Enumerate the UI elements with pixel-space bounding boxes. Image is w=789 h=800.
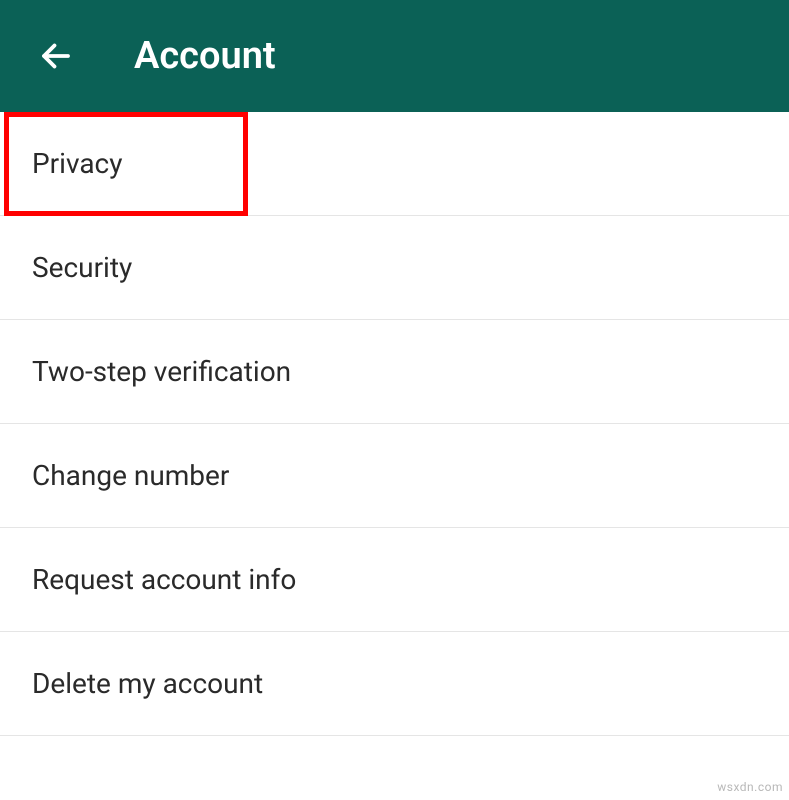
list-item-security[interactable]: Security bbox=[0, 216, 789, 320]
app-header: Account bbox=[0, 0, 789, 112]
list-item-change-number[interactable]: Change number bbox=[0, 424, 789, 528]
list-item-request-account-info[interactable]: Request account info bbox=[0, 528, 789, 632]
settings-list: Privacy Security Two-step verification C… bbox=[0, 112, 789, 736]
back-arrow-icon[interactable] bbox=[38, 38, 74, 74]
page-title: Account bbox=[134, 34, 276, 78]
list-item-label: Request account info bbox=[32, 563, 296, 596]
list-item-privacy[interactable]: Privacy bbox=[0, 112, 789, 216]
list-item-label: Privacy bbox=[32, 147, 122, 180]
watermark-text: wsxdn.com bbox=[717, 780, 783, 794]
list-item-label: Security bbox=[32, 251, 132, 284]
list-item-label: Two-step verification bbox=[32, 355, 291, 388]
list-item-two-step-verification[interactable]: Two-step verification bbox=[0, 320, 789, 424]
list-item-delete-my-account[interactable]: Delete my account bbox=[0, 632, 789, 736]
list-item-label: Change number bbox=[32, 459, 229, 492]
list-item-label: Delete my account bbox=[32, 667, 263, 700]
